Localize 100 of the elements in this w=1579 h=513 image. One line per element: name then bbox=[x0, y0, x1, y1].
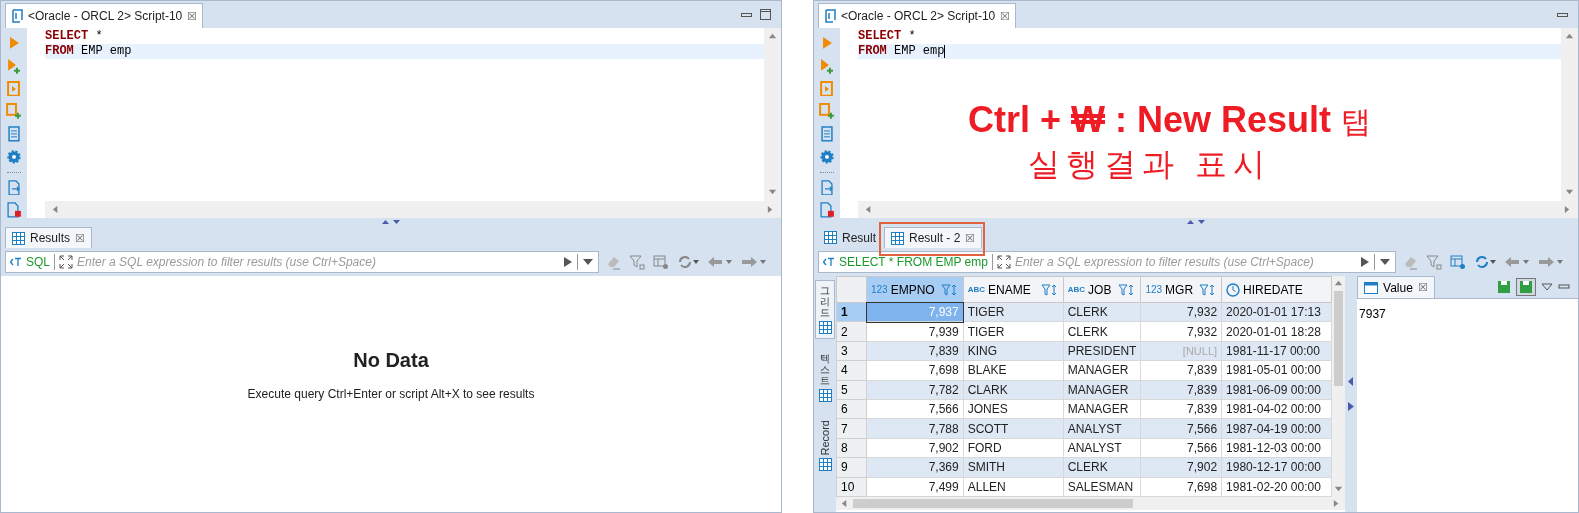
row-number[interactable]: 8 bbox=[836, 438, 867, 458]
document-list-icon[interactable] bbox=[6, 126, 22, 142]
horizontal-scrollbar[interactable] bbox=[45, 201, 781, 218]
caret-icon[interactable] bbox=[1379, 258, 1391, 266]
save-all-icon[interactable] bbox=[1516, 278, 1536, 296]
scroll-up-icon[interactable] bbox=[1334, 279, 1344, 288]
result-tab[interactable]: Result - 2 ☒ bbox=[884, 227, 983, 248]
collapse-left-icon[interactable] bbox=[1348, 377, 1355, 386]
table-cell: 7,566 bbox=[1140, 418, 1222, 439]
close-icon[interactable]: ☒ bbox=[1000, 7, 1011, 25]
result-tab[interactable]: Result bbox=[818, 227, 882, 248]
horizontal-scrollbar[interactable] bbox=[858, 201, 1578, 218]
scroll-down-icon[interactable] bbox=[1334, 484, 1344, 494]
sort-filter-icon[interactable] bbox=[940, 283, 959, 296]
minimize-icon[interactable] bbox=[1558, 283, 1570, 291]
refresh-icon[interactable] bbox=[677, 254, 699, 270]
value-tab[interactable]: Value ☒ bbox=[1357, 276, 1435, 298]
close-icon[interactable]: ☒ bbox=[187, 7, 198, 25]
play-icon[interactable] bbox=[563, 256, 573, 268]
eraser-icon[interactable] bbox=[605, 254, 621, 270]
maximize-icon[interactable] bbox=[760, 9, 771, 20]
scroll-right-icon[interactable] bbox=[1563, 205, 1572, 214]
filter-icon[interactable] bbox=[629, 254, 645, 270]
expand-icon[interactable] bbox=[996, 255, 1011, 269]
back-arrow-icon[interactable] bbox=[707, 255, 733, 269]
scroll-up-icon[interactable] bbox=[1565, 32, 1574, 41]
script-plus-icon[interactable] bbox=[819, 103, 835, 119]
play-icon[interactable] bbox=[1360, 256, 1370, 268]
refresh-icon[interactable] bbox=[1474, 254, 1496, 270]
vertical-scrollbar[interactable] bbox=[764, 28, 781, 201]
eraser-icon[interactable] bbox=[1402, 254, 1418, 270]
play-plus-icon[interactable] bbox=[819, 57, 835, 74]
filter-field[interactable]: SELECT * FROM EMP emp Enter a SQL expression to filter results (use Ctrl+Space) bbox=[818, 251, 1396, 273]
table-settings-icon[interactable] bbox=[653, 254, 669, 270]
row-number[interactable]: 5 bbox=[836, 380, 867, 400]
save-icon[interactable] bbox=[1497, 280, 1511, 294]
forward-arrow-icon[interactable] bbox=[1538, 255, 1564, 269]
caret-icon[interactable] bbox=[582, 258, 594, 266]
row-number[interactable]: 2 bbox=[836, 321, 867, 342]
row-number[interactable]: 7 bbox=[836, 418, 867, 439]
row-number[interactable]: 1 bbox=[836, 302, 867, 322]
side-tab[interactable]: Record bbox=[815, 416, 835, 476]
splitter-arrows-icon[interactable] bbox=[381, 219, 401, 225]
script-run-icon[interactable] bbox=[819, 80, 835, 97]
filter-icon[interactable] bbox=[1426, 254, 1442, 270]
column-name: JOB bbox=[1088, 281, 1112, 299]
export-icon[interactable] bbox=[6, 179, 22, 196]
document-error-icon[interactable] bbox=[6, 202, 22, 218]
column-header[interactable]: HIREDATE bbox=[1221, 276, 1332, 303]
dropdown-icon[interactable] bbox=[1541, 283, 1553, 291]
editor-tab[interactable]: <Oracle - ORCL 2> Script-10 ☒ bbox=[5, 3, 204, 28]
side-tab[interactable]: 텍스트 bbox=[815, 349, 835, 406]
scroll-down-icon[interactable] bbox=[1565, 188, 1574, 197]
document-list-icon[interactable] bbox=[819, 126, 835, 142]
side-tab[interactable]: 그리드 bbox=[815, 280, 835, 339]
scroll-left-icon[interactable] bbox=[840, 498, 849, 508]
table-cell: 7,566 bbox=[1140, 438, 1222, 458]
close-icon[interactable]: ☒ bbox=[965, 229, 976, 247]
expand-right-icon[interactable] bbox=[1348, 402, 1355, 411]
export-icon[interactable] bbox=[819, 179, 835, 196]
vertical-scrollbar[interactable] bbox=[1332, 276, 1346, 497]
minimize-icon[interactable] bbox=[741, 11, 752, 18]
settings-icon[interactable] bbox=[819, 148, 835, 165]
column-header[interactable]: 123 MGR bbox=[1140, 276, 1222, 303]
row-number[interactable]: 10 bbox=[836, 477, 867, 497]
table-settings-icon[interactable] bbox=[1450, 254, 1466, 270]
play-plus-icon[interactable] bbox=[6, 57, 22, 74]
document-error-icon[interactable] bbox=[819, 202, 835, 218]
vertical-scrollbar[interactable] bbox=[1561, 28, 1578, 201]
row-number[interactable]: 6 bbox=[836, 399, 867, 419]
filter-input[interactable]: Enter a SQL expression to filter results (use Ctrl+Space) bbox=[1014, 253, 1356, 271]
script-run-icon[interactable] bbox=[6, 80, 22, 97]
column-header[interactable]: ABC ENAME bbox=[963, 276, 1064, 303]
forward-arrow-icon[interactable] bbox=[741, 255, 767, 269]
scroll-down-icon[interactable] bbox=[768, 188, 777, 197]
row-number[interactable]: 4 bbox=[836, 360, 867, 381]
filter-input[interactable]: Enter a SQL expression to filter results (use Ctrl+Space) bbox=[77, 253, 559, 271]
row-number[interactable]: 9 bbox=[836, 457, 867, 477]
script-plus-icon[interactable] bbox=[6, 103, 22, 119]
close-icon[interactable]: ☒ bbox=[75, 229, 85, 247]
empty-title: No Data bbox=[353, 348, 429, 373]
table-cell: SCOTT bbox=[963, 418, 1064, 439]
scroll-left-icon[interactable] bbox=[864, 205, 873, 214]
scroll-up-icon[interactable] bbox=[768, 32, 777, 41]
editor-tab[interactable]: <Oracle - ORCL 2> Script-10 ☒ bbox=[818, 3, 1017, 28]
type-label: 123 bbox=[1145, 283, 1163, 297]
minimize-icon[interactable] bbox=[1557, 11, 1568, 18]
expand-icon[interactable] bbox=[59, 255, 73, 269]
scroll-left-icon[interactable] bbox=[51, 205, 60, 214]
splitter-arrows-icon[interactable] bbox=[1186, 219, 1206, 225]
row-number[interactable]: 3 bbox=[836, 341, 867, 361]
sort-filter-icon[interactable] bbox=[1040, 283, 1059, 296]
close-icon[interactable]: ☒ bbox=[1417, 279, 1428, 296]
filter-field[interactable]: SQL Enter a SQL expression to filter results (use Ctrl+Space) bbox=[5, 251, 599, 273]
column-header[interactable]: ABC JOB bbox=[1063, 276, 1141, 303]
settings-icon[interactable] bbox=[6, 148, 22, 165]
column-header[interactable]: 123 EMPNO bbox=[866, 276, 964, 303]
result-tab[interactable]: Results ☒ bbox=[5, 227, 92, 248]
scroll-right-icon[interactable] bbox=[766, 205, 775, 214]
back-arrow-icon[interactable] bbox=[1504, 255, 1530, 269]
